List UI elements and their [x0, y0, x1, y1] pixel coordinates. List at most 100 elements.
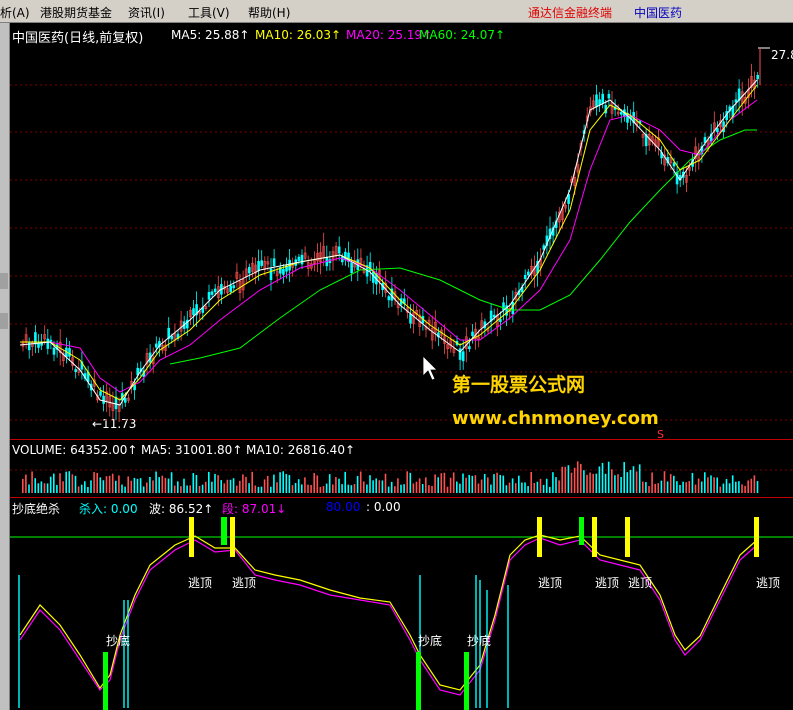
volume-bar: [626, 472, 629, 493]
volume-bar: [561, 466, 563, 493]
volume-bar: [580, 463, 582, 493]
volume-bar: [53, 473, 55, 493]
volume-bar: [567, 465, 570, 493]
volume-bar: [750, 478, 753, 493]
volume-bar: [676, 481, 678, 493]
volume-bar: [738, 481, 740, 493]
volume-bar: [654, 483, 656, 493]
volume-bar: [80, 484, 83, 493]
volume-bar: [521, 482, 523, 493]
volume-bar: [753, 475, 756, 493]
volume-bar: [735, 481, 737, 493]
volume-bar: [496, 472, 498, 493]
volume-bar: [59, 473, 61, 493]
volume-bar: [462, 473, 464, 493]
volume-bar: [722, 483, 725, 493]
top-signal-label-1: 逃顶: [188, 576, 213, 590]
volume-bar: [270, 486, 272, 493]
volume-bar: [96, 472, 98, 493]
volume-bar: [601, 462, 604, 493]
volume-bar: [211, 481, 213, 493]
volume-bar: [378, 480, 381, 493]
mouse-cursor-icon: [422, 355, 438, 381]
volume-bar: [201, 484, 204, 493]
volume-bar: [304, 477, 306, 493]
volume-bars: [22, 461, 759, 493]
volume-bar: [115, 480, 117, 493]
volume-bar: [459, 483, 461, 493]
volume-bar: [576, 461, 579, 493]
volume-bar: [524, 482, 526, 493]
volume-bar: [68, 471, 71, 493]
volume-bar: [731, 475, 734, 493]
volume-bar: [719, 486, 722, 493]
volume-bar: [344, 471, 346, 493]
volume-bar: [660, 480, 663, 493]
volume-bar: [242, 474, 244, 493]
volume-bar: [332, 484, 334, 493]
volume-bar: [502, 475, 505, 493]
price-grid: [10, 84, 793, 421]
volume-bar: [657, 483, 660, 493]
top-signal-label-4: 逃顶: [595, 576, 620, 590]
candle-body: [619, 111, 623, 115]
candle-body: [526, 271, 530, 276]
volume-bar: [713, 477, 715, 493]
volume-bar: [449, 477, 452, 493]
candle-body: [74, 369, 77, 373]
volume-bar: [418, 478, 421, 493]
volume-bar: [688, 481, 691, 493]
volume-bar: [685, 482, 687, 493]
candle-body: [458, 348, 462, 360]
volume-bar: [421, 484, 424, 493]
volume-bar: [198, 485, 201, 493]
volume-bar: [285, 473, 288, 493]
candle-body: [248, 266, 251, 274]
volume-bar: [372, 480, 374, 493]
volume-bar: [669, 474, 672, 493]
volume-bar: [239, 480, 241, 493]
volume-bar: [118, 475, 120, 493]
volume-bar: [37, 483, 40, 493]
volume-bar: [589, 472, 591, 493]
volume-bar: [645, 482, 647, 493]
candle-body: [523, 274, 527, 279]
candle-body: [371, 271, 375, 283]
volume-bar: [102, 480, 105, 493]
volume-bar: [319, 486, 322, 493]
volume-bar: [691, 472, 694, 493]
volume-bar: [99, 477, 102, 493]
volume-bar: [350, 485, 353, 493]
volume-bar: [149, 476, 151, 493]
volume-bar: [260, 486, 263, 493]
watermark-url: www.chnmoney.com: [452, 408, 659, 429]
volume-bar: [642, 481, 644, 493]
volume-bar: [251, 471, 253, 493]
volume-bar: [483, 473, 486, 493]
candle-body: [232, 285, 236, 289]
candle-body: [46, 338, 50, 349]
volume-bar: [322, 486, 325, 493]
volume-bar: [235, 485, 238, 493]
volume-bar: [756, 481, 759, 493]
volume-bar: [217, 475, 219, 493]
volume-bar: [518, 475, 520, 493]
candle-body: [192, 308, 195, 316]
volume-bar: [214, 473, 216, 493]
candle-body: [170, 335, 174, 340]
candle-body: [387, 296, 391, 301]
volume-bar: [697, 478, 700, 493]
volume-bar: [635, 471, 638, 493]
volume-bar: [446, 486, 449, 493]
volume-bar: [493, 474, 495, 493]
volume-bar: [586, 474, 588, 493]
volume-bar: [412, 483, 415, 493]
volume-bar: [694, 484, 697, 493]
volume-bar: [313, 473, 315, 493]
volume-bar: [375, 478, 377, 493]
volume-bar: [403, 484, 405, 493]
volume-bar: [189, 485, 191, 493]
top-signal-label-3: 逃顶: [538, 576, 563, 590]
volume-bar: [474, 475, 477, 493]
candle-body: [102, 395, 105, 404]
